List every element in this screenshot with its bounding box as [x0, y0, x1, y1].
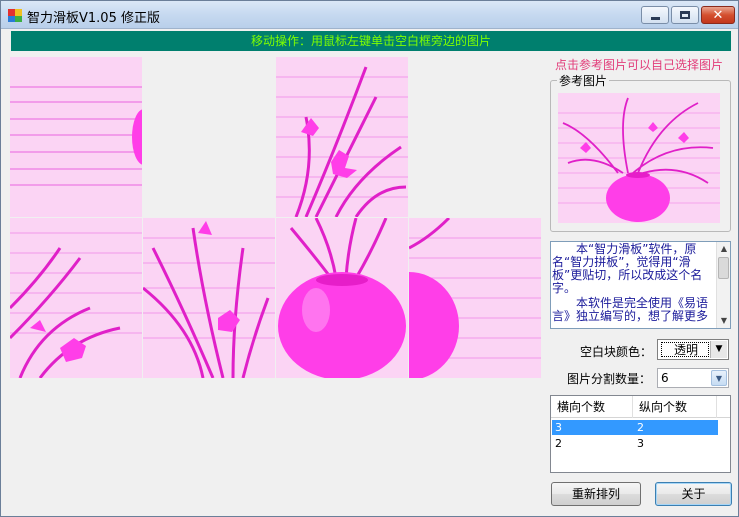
about-paragraph-1: 本“智力滑板”软件，原名“智力拼板”，觉得用“滑板”更贴切，所以改成这个名字。: [552, 242, 703, 295]
scroll-thumb[interactable]: [718, 257, 729, 279]
shuffle-button[interactable]: 重新排列: [551, 482, 641, 506]
table-row[interactable]: 3 2: [552, 420, 718, 435]
blank-color-label: 空白块颜色：: [580, 345, 653, 359]
scroll-down-icon[interactable]: ▼: [717, 314, 730, 328]
column-header-vertical[interactable]: 纵向个数: [633, 396, 717, 418]
blank-color-value: 透明: [661, 342, 709, 357]
puzzle-tile-8[interactable]: [409, 218, 541, 378]
table-cell: 3: [555, 421, 562, 434]
blank-color-select[interactable]: 透明 ▼: [657, 339, 729, 360]
scroll-up-icon[interactable]: ▲: [717, 242, 730, 256]
main-window: 智力滑板V1.05 修正版 ✕ 移动操作：用鼠标左键单击空白框旁边的图片 点击参…: [0, 0, 739, 517]
puzzle-tile-7[interactable]: [276, 218, 408, 378]
maximize-icon: [680, 11, 690, 19]
instruction-banner: 移动操作：用鼠标左键单击空白框旁边的图片: [11, 31, 731, 51]
split-count-select[interactable]: 6 ▼: [657, 368, 729, 388]
about-memo[interactable]: 本“智力滑板”软件，原名“智力拼板”，觉得用“滑板”更贴切，所以改成这个名字。 …: [550, 241, 731, 329]
puzzle-tile-1[interactable]: [10, 57, 142, 217]
app-logo-icon: [8, 9, 22, 22]
puzzle-tile-5[interactable]: [10, 218, 142, 378]
close-window-button[interactable]: ✕: [701, 6, 735, 24]
column-header-horizontal[interactable]: 横向个数: [551, 396, 633, 418]
chevron-down-icon[interactable]: ▼: [710, 341, 727, 358]
table-row[interactable]: 2 3: [552, 436, 718, 451]
split-count-label: 图片分割数量：: [567, 372, 652, 386]
puzzle-board: [10, 57, 542, 378]
puzzle-tile-3[interactable]: [276, 57, 408, 217]
maximize-button[interactable]: [671, 6, 699, 24]
reference-image[interactable]: [558, 93, 720, 223]
puzzle-tile-6[interactable]: [143, 218, 275, 378]
about-text: 本“智力滑板”软件，原名“智力拼板”，觉得用“滑板”更贴切，所以改成这个名字。 …: [552, 243, 715, 323]
about-paragraph-2: 本软件是完全使用《易语言》独立编写的，想了解更多: [552, 296, 709, 323]
table-cell: 2: [637, 421, 644, 434]
window-title: 智力滑板V1.05 修正版: [27, 11, 160, 26]
reference-hint: 点击参考图片可以自己选择图片: [555, 58, 724, 72]
minimize-icon: [650, 16, 660, 20]
split-table-header: 横向个数 纵向个数: [551, 396, 730, 418]
memo-scrollbar[interactable]: ▲ ▼: [716, 242, 730, 328]
table-cell: 3: [637, 437, 644, 450]
split-table[interactable]: 横向个数 纵向个数 3 2 2 3: [550, 395, 731, 473]
table-cell: 2: [555, 437, 562, 450]
chevron-down-icon[interactable]: ▼: [711, 370, 727, 386]
reference-group-title: 参考图片: [557, 72, 610, 89]
close-icon: ✕: [712, 7, 724, 23]
minimize-button[interactable]: [641, 6, 669, 24]
title-bar[interactable]: 智力滑板V1.05 修正版 ✕: [1, 1, 738, 29]
split-count-value: 6: [661, 371, 669, 385]
about-button[interactable]: 关于: [655, 482, 732, 506]
